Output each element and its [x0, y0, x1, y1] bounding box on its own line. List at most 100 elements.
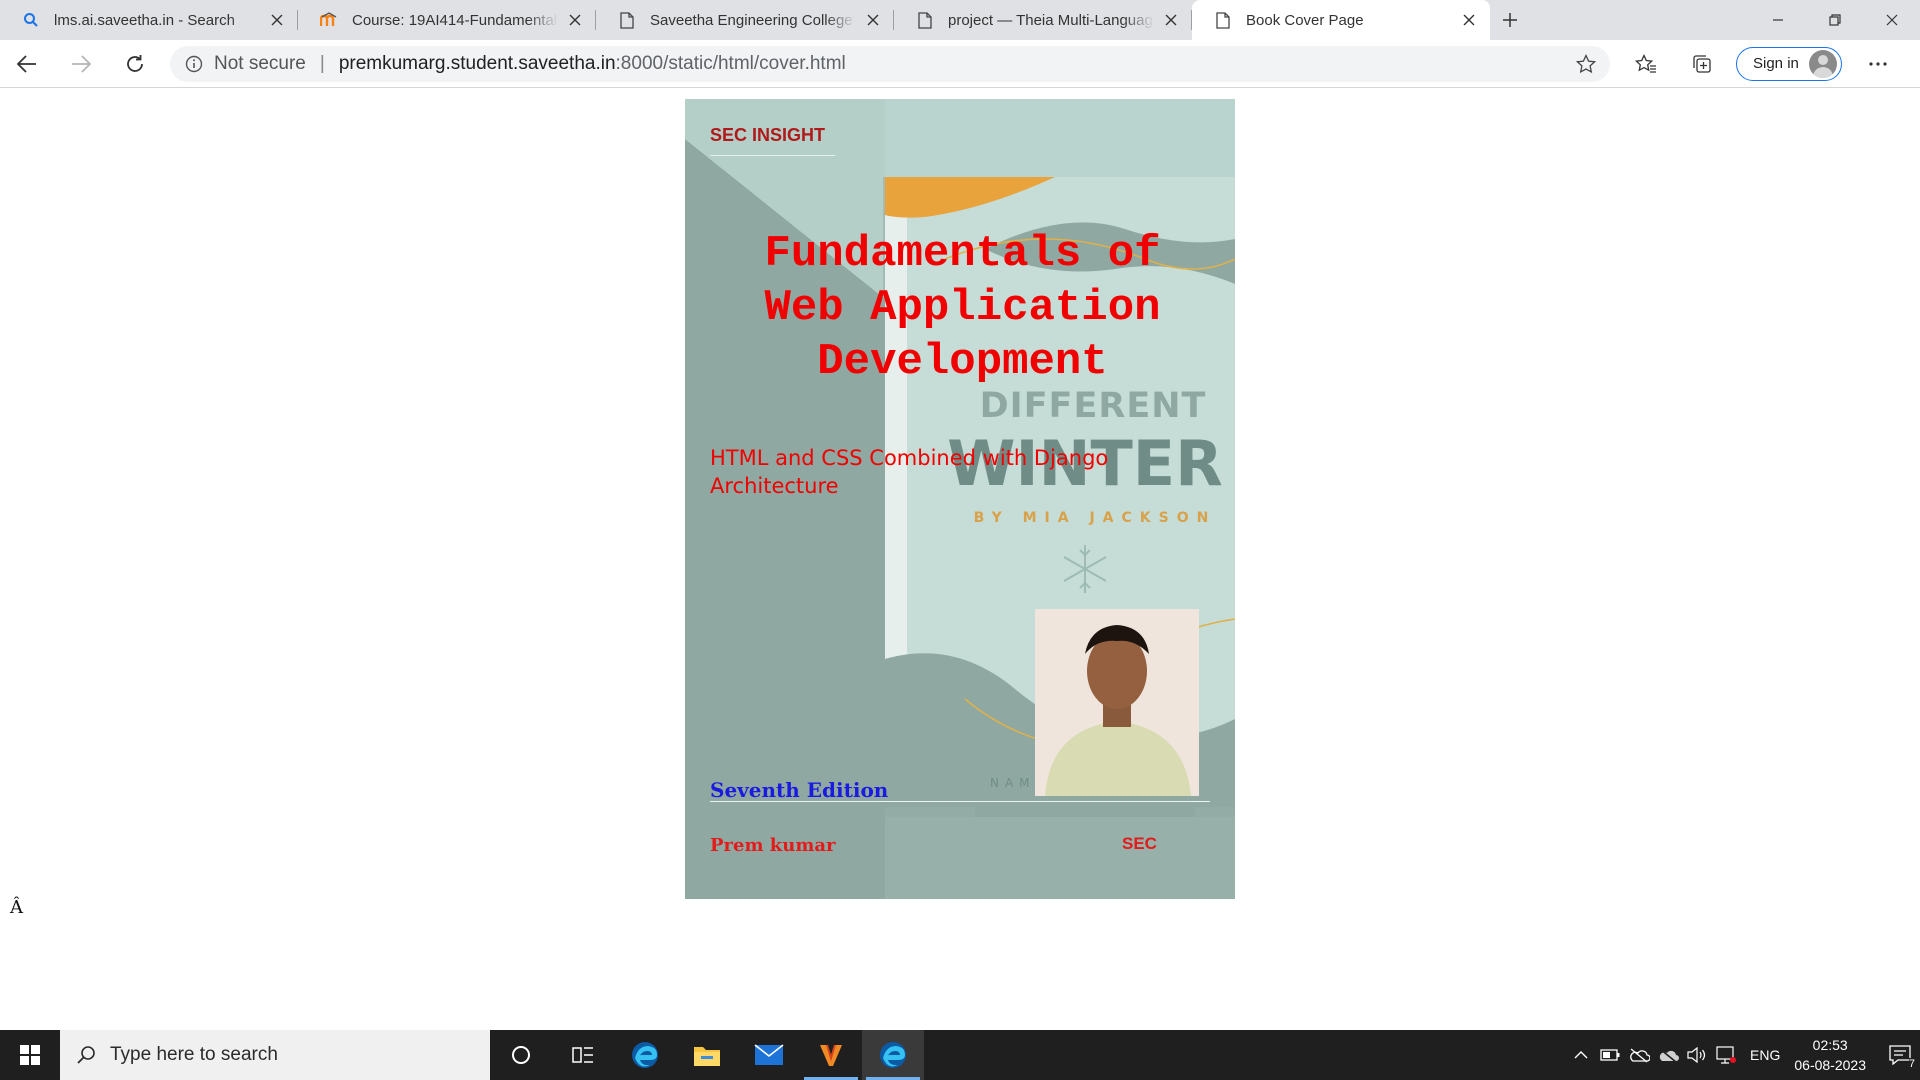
edge-icon: [632, 1042, 658, 1068]
onedrive-off-icon[interactable]: [1624, 1030, 1653, 1080]
plus-icon: [1503, 13, 1517, 27]
close-icon[interactable]: [1162, 11, 1180, 29]
moodle-icon: [320, 11, 338, 29]
refresh-icon: [127, 54, 143, 72]
tab-saveetha[interactable]: Saveetha Engineering College: [596, 0, 894, 40]
folder-icon: [694, 1047, 720, 1066]
clock[interactable]: 02:53 06-08-2023: [1794, 1035, 1866, 1075]
bg-byline: BY MIA JACKSON: [974, 510, 1217, 526]
tab-title: project — Theia Multi-Language Example: [948, 11, 1154, 29]
network-icon[interactable]: [1711, 1030, 1740, 1080]
favorites-icon: [1635, 53, 1656, 73]
task-view-icon: [572, 1047, 593, 1063]
favorite-star-icon[interactable]: [1576, 53, 1596, 74]
tab-course[interactable]: Course: 19AI414-Fundamentals of Web Appl…: [298, 0, 596, 40]
tab-book-cover[interactable]: Book Cover Page: [1192, 0, 1490, 40]
sign-in-button[interactable]: Sign in: [1736, 46, 1842, 81]
avatar: [1808, 49, 1837, 78]
taskbar-mail[interactable]: [738, 1030, 800, 1080]
windows-logo-icon: [20, 1045, 40, 1065]
close-icon[interactable]: [566, 11, 584, 29]
tab-theia[interactable]: project — Theia Multi-Language Example: [894, 0, 1192, 40]
book-subtitle: HTML and CSS Combined with Django Archit…: [710, 446, 1109, 498]
book-title-line: Fundamentals of: [764, 229, 1161, 279]
book-title-line: Web Application: [764, 283, 1161, 333]
collections-button[interactable]: [1674, 40, 1730, 88]
page-icon: [916, 11, 934, 29]
volume-icon[interactable]: [1682, 1030, 1711, 1080]
close-icon[interactable]: [864, 11, 882, 29]
address-separator: |: [319, 52, 325, 74]
search-icon: [77, 1046, 95, 1064]
brand-divider: [710, 155, 835, 156]
favorites-button[interactable]: [1618, 40, 1674, 88]
search-icon: [22, 11, 40, 29]
publisher-name: SEC: [1122, 834, 1157, 853]
minimize-button[interactable]: [1749, 0, 1806, 40]
sign-in-label: Sign in: [1753, 55, 1799, 72]
close-icon[interactable]: [1460, 11, 1478, 29]
security-label[interactable]: Not secure: [214, 53, 306, 75]
new-tab-button[interactable]: [1490, 0, 1530, 40]
stray-character: Â: [10, 897, 23, 918]
notification-count: 7: [1908, 1058, 1915, 1070]
system-tray: ENG 02:53 06-08-2023 7: [1566, 1030, 1920, 1080]
bg-word-different: DIFFERENT: [980, 386, 1207, 426]
windows-taskbar: Type here to search ENG 02:53 06-08-2023…: [0, 1030, 1920, 1080]
taskbar-search[interactable]: Type here to search: [60, 1030, 490, 1080]
cortana-circle-icon: [512, 1046, 530, 1064]
taskbar-file-explorer[interactable]: [676, 1030, 738, 1080]
edition-label: Seventh Edition: [710, 778, 889, 802]
onedrive-icon[interactable]: [1653, 1030, 1682, 1080]
back-arrow-icon: [17, 54, 36, 73]
taskbar-vlc-app[interactable]: [800, 1030, 862, 1080]
clock-time: 02:53: [1812, 1037, 1848, 1053]
collections-icon: [1693, 54, 1711, 73]
mail-icon: [754, 1044, 784, 1065]
bg-name-stub: NAM: [990, 776, 1036, 790]
url-host: premkumarg.student.saveetha.in: [338, 52, 616, 74]
app-v-icon: [820, 1044, 842, 1066]
edition-divider: [710, 801, 1210, 802]
tab-strip: lms.ai.saveetha.in - Search Course: 19AI…: [0, 0, 1920, 40]
edge-icon: [880, 1042, 906, 1068]
close-icon[interactable]: [268, 11, 286, 29]
author-photo: [1035, 609, 1199, 796]
page-icon: [618, 11, 636, 29]
taskbar-edge[interactable]: [614, 1030, 676, 1080]
tab-title: Book Cover Page: [1246, 11, 1364, 29]
restore-button[interactable]: [1806, 0, 1863, 40]
language-indicator[interactable]: ENG: [1750, 1047, 1780, 1063]
browser-toolbar: Not secure | premkumarg.student.saveetha…: [0, 40, 1920, 88]
forward-arrow-icon: [72, 54, 91, 73]
chevron-up-icon[interactable]: [1566, 1030, 1595, 1080]
url-path: :8000/static/html/cover.html: [615, 52, 846, 74]
back-button[interactable]: [0, 40, 54, 88]
page-content: DIFFERENT WINTER BY MIA JACKSON NAM SEC …: [0, 89, 1920, 1030]
refresh-button[interactable]: [108, 40, 162, 88]
address-bar[interactable]: Not secure | premkumarg.student.saveetha…: [170, 45, 1610, 82]
notification-icon: [1889, 1045, 1911, 1065]
taskbar-edge-active[interactable]: [862, 1030, 924, 1080]
page-icon: [1214, 11, 1232, 29]
more-menu-button[interactable]: [1850, 40, 1906, 88]
task-view-button[interactable]: [552, 1030, 614, 1080]
cortana-button[interactable]: [490, 1030, 552, 1080]
more-dots-icon: [1869, 61, 1887, 66]
battery-icon[interactable]: [1595, 1030, 1624, 1080]
search-placeholder: Type here to search: [110, 1044, 278, 1065]
book-title: Fundamentals of Web Application Developm…: [715, 227, 1210, 389]
info-icon[interactable]: [184, 54, 204, 74]
brand-heading: SEC INSIGHT: [710, 125, 826, 145]
forward-button[interactable]: [54, 40, 108, 88]
tab-title: Course: 19AI414-Fundamentals of Web Appl…: [352, 11, 558, 29]
start-button[interactable]: [0, 1030, 60, 1080]
tab-search[interactable]: lms.ai.saveetha.in - Search: [0, 0, 298, 40]
book-cover: DIFFERENT WINTER BY MIA JACKSON NAM SEC …: [685, 99, 1235, 899]
clock-date: 06-08-2023: [1794, 1057, 1866, 1073]
tab-title: lms.ai.saveetha.in - Search: [54, 11, 235, 29]
close-window-button[interactable]: [1863, 0, 1920, 40]
window-controls: [1749, 0, 1920, 40]
book-title-line: Development: [817, 337, 1108, 387]
notification-center-button[interactable]: 7: [1880, 1030, 1920, 1080]
